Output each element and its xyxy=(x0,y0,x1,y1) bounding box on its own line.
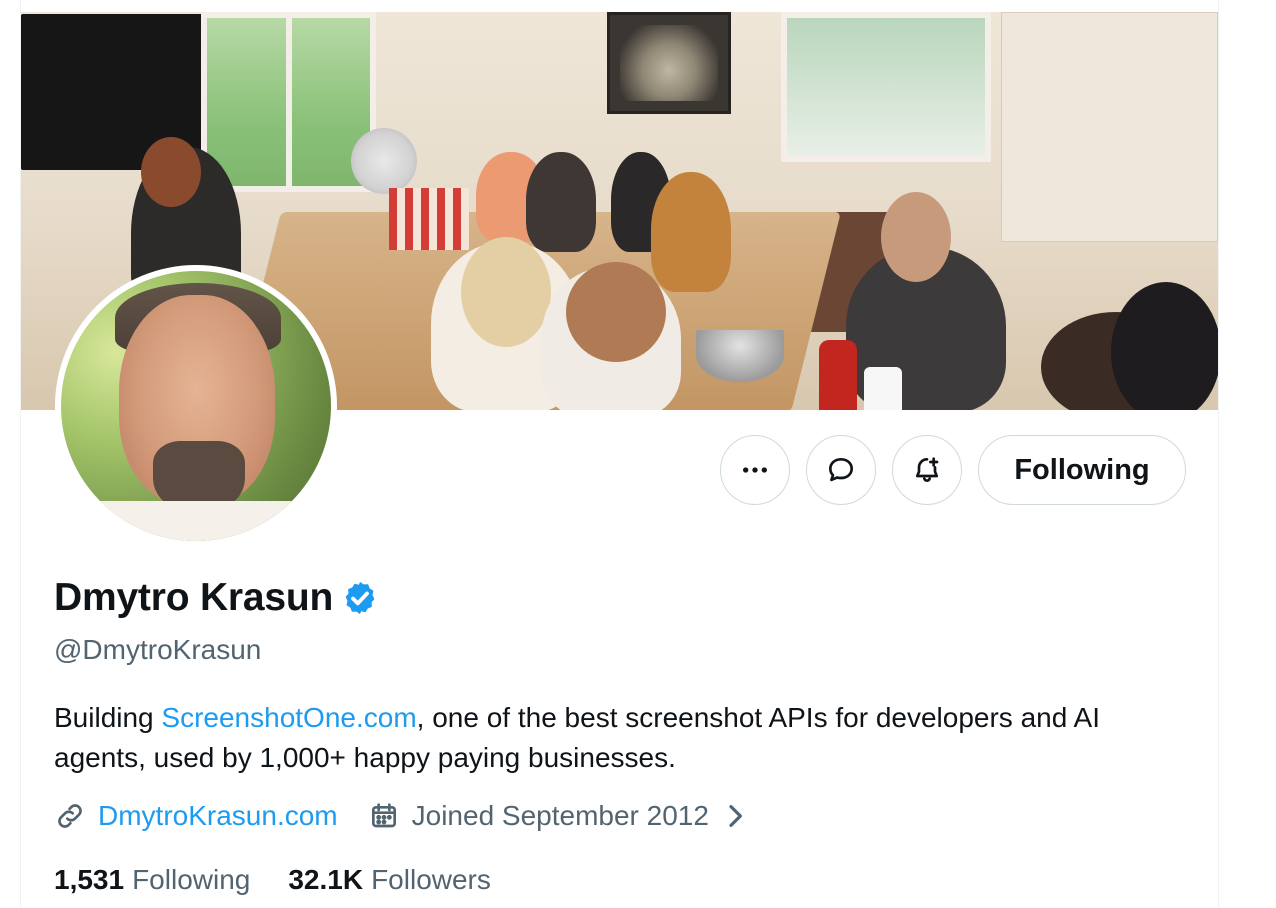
banner-person xyxy=(651,172,731,292)
bio-link[interactable]: ScreenshotOne.com xyxy=(161,702,416,733)
banner-person-head xyxy=(141,137,201,207)
profile-stats-row: 1,531 Following 32.1K Followers xyxy=(54,864,529,896)
joined-text: Joined September 2012 xyxy=(411,800,709,831)
profile-name-row: Dmytro Krasun xyxy=(54,578,379,617)
banner-person-head xyxy=(881,192,951,282)
profile-actions: Following xyxy=(720,435,1186,505)
link-icon xyxy=(58,804,82,828)
banner-window-left xyxy=(201,12,376,192)
banner-wall-panel xyxy=(1001,12,1218,242)
banner-person-head xyxy=(566,262,666,362)
followers-label: Followers xyxy=(371,864,491,895)
banner-bowl xyxy=(696,330,784,382)
following-label: Following xyxy=(132,864,251,895)
bio-prefix: Building xyxy=(54,702,162,733)
following-count: 1,531 xyxy=(54,864,125,895)
message-button[interactable] xyxy=(806,435,876,505)
more-button[interactable] xyxy=(720,435,790,505)
message-bubble-icon xyxy=(829,458,853,482)
website-item[interactable]: DmytroKrasun.com xyxy=(54,800,338,832)
verified-badge-icon[interactable] xyxy=(341,579,379,617)
banner-person xyxy=(526,152,596,252)
followers-count: 32.1K xyxy=(288,864,364,895)
profile-meta-row: DmytroKrasun.com Joined September 2012 xyxy=(54,800,793,832)
banner-painting xyxy=(607,12,731,114)
banner-striped-box xyxy=(389,188,469,250)
following-stat[interactable]: 1,531 Following xyxy=(54,864,250,896)
bell-plus-icon xyxy=(915,457,939,482)
chevron-right-icon xyxy=(729,805,742,827)
joined-item[interactable]: Joined September 2012 xyxy=(368,800,763,832)
banner-window-right xyxy=(781,12,991,162)
notify-button[interactable] xyxy=(892,435,962,505)
more-horizontal-icon xyxy=(743,467,767,473)
avatar-photo xyxy=(61,271,331,541)
banner-bottle xyxy=(819,340,857,410)
website-link[interactable]: DmytroKrasun.com xyxy=(98,800,338,832)
avatar-shirt xyxy=(91,501,305,541)
user-handle: @DmytroKrasun xyxy=(54,634,262,665)
profile-bio: Building ScreenshotOne.com, one of the b… xyxy=(54,698,1174,778)
following-button[interactable]: Following xyxy=(978,435,1186,505)
banner-person-head xyxy=(461,237,551,347)
banner-paper-roll xyxy=(864,367,902,410)
profile-avatar[interactable] xyxy=(55,265,337,547)
banner-fan xyxy=(351,128,417,194)
calendar-icon xyxy=(371,803,396,828)
profile-card: Following Dmytro Krasun @DmytroKrasun Bu… xyxy=(20,0,1219,908)
display-name: Dmytro Krasun xyxy=(54,576,334,619)
banner-person xyxy=(1111,282,1218,410)
followers-stat[interactable]: 32.1K Followers xyxy=(288,864,491,896)
